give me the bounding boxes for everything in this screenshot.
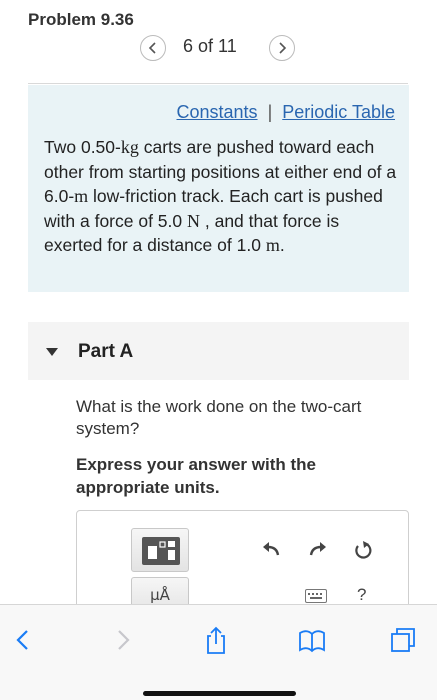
undo-icon[interactable] <box>260 539 282 561</box>
tabs-icon[interactable] <box>388 625 418 655</box>
question-text: What is the work done on the two-cart sy… <box>76 397 362 438</box>
browser-toolbar <box>0 604 437 700</box>
text-fragment: . <box>279 235 285 256</box>
help-button[interactable]: ? <box>357 585 366 605</box>
part-a-title: Part A <box>78 341 134 362</box>
back-arrow-icon[interactable] <box>8 625 38 655</box>
constants-link[interactable]: Constants <box>177 102 258 122</box>
prev-problem-button[interactable] <box>140 35 166 61</box>
instruction-text: Express your answer with the appropriate… <box>76 455 316 497</box>
forward-arrow-icon[interactable] <box>108 625 138 655</box>
bookmarks-icon[interactable] <box>297 625 327 655</box>
page-count: 6 of 11 <box>183 36 237 56</box>
redo-icon[interactable] <box>307 539 329 561</box>
home-indicator <box>143 691 296 696</box>
periodic-table-link[interactable]: Periodic Table <box>282 102 395 122</box>
next-problem-button[interactable] <box>269 35 295 61</box>
text-fragment: Two 0.50- <box>44 137 121 157</box>
part-a-header[interactable]: Part A <box>28 322 409 380</box>
chevron-left-icon <box>148 42 156 54</box>
divider <box>28 83 408 84</box>
share-icon[interactable] <box>201 625 231 655</box>
unit-kg: kg <box>120 137 139 157</box>
unit-m: m <box>265 235 280 256</box>
problem-statement: Two 0.50-kg carts are pushed toward each… <box>44 135 400 258</box>
templates-button[interactable] <box>131 528 189 572</box>
problem-title: Problem 9.36 <box>28 10 134 29</box>
link-separator: | <box>267 102 273 122</box>
keyboard-icon[interactable] <box>305 589 327 603</box>
problem-info-box: Constants | Periodic Table Two 0.50-kg car… <box>28 85 409 292</box>
chevron-right-icon <box>279 42 287 54</box>
reset-icon[interactable] <box>352 539 374 561</box>
templates-icon <box>142 537 180 565</box>
collapse-caret-icon[interactable] <box>46 348 58 356</box>
unit-n: N <box>187 210 200 231</box>
unit-m: m <box>74 186 89 207</box>
problem-pager: 6 of 11 <box>0 32 437 62</box>
reference-links: Constants | Periodic Table <box>177 102 395 123</box>
